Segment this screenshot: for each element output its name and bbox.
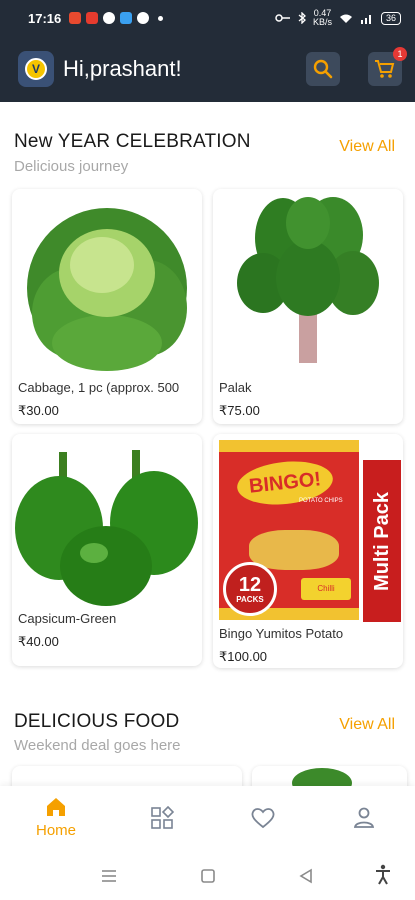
product-name: Capsicum-Green <box>18 611 117 626</box>
product-price: ₹30.00 <box>18 403 59 418</box>
nav-home-label: Home <box>35 822 76 839</box>
search-button[interactable] <box>306 52 340 86</box>
product-card-palak[interactable]: Palak ₹75.00 <box>213 189 403 424</box>
product-name: Cabbage, 1 pc (approx. 500 <box>18 380 180 395</box>
wifi-icon <box>339 14 352 23</box>
greeting-text: Hi,prashant! <box>63 56 182 81</box>
key-icon <box>275 14 290 22</box>
app-icon <box>137 12 150 24</box>
signal-icon <box>360 14 371 24</box>
product-price: ₹75.00 <box>219 403 260 418</box>
view-all-link[interactable]: View All <box>339 716 395 734</box>
cart-button[interactable]: 1 <box>368 47 407 86</box>
product-name: Palak <box>219 380 252 395</box>
home-icon <box>47 798 65 816</box>
heart-icon <box>251 808 275 829</box>
status-bar: 17:16 0.47 KB/s 36 <box>0 0 415 36</box>
nav-favorites[interactable] <box>233 806 293 830</box>
search-icon <box>313 59 333 79</box>
section-title: New YEAR CELEBRATION <box>14 131 251 152</box>
bluetooth-icon <box>298 12 306 24</box>
bottom-navigation: Home <box>0 786 415 856</box>
play-icon <box>103 12 116 24</box>
app-logo: V <box>18 51 54 87</box>
logo-icon: V <box>25 58 47 80</box>
cabbage-image <box>27 208 187 371</box>
notification-icon <box>69 12 82 24</box>
section-title: DELICIOUS FOOD <box>14 711 180 732</box>
nav-home[interactable]: Home <box>26 796 86 839</box>
bingo-image: BINGO! POTATO CHIPS Chilli 12 PACKS Mult… <box>219 440 401 624</box>
product-card-capsicum[interactable]: Capsicum-Green ₹40.00 <box>12 434 202 666</box>
product-name: Bingo Yumitos Potato <box>219 626 344 641</box>
status-time: 17:16 <box>28 10 62 26</box>
menu-icon[interactable] <box>100 868 118 884</box>
capsicum-image <box>15 450 198 606</box>
product-price: ₹100.00 <box>219 649 268 664</box>
profile-icon <box>353 807 375 828</box>
battery-indicator: 36 <box>380 11 401 25</box>
palak-image <box>237 197 379 363</box>
home-square-icon[interactable] <box>199 867 217 885</box>
product-card-bingo[interactable]: BINGO! POTATO CHIPS Chilli 12 PACKS Mult… <box>213 434 403 668</box>
system-navigation-bar <box>0 856 415 900</box>
section-subtitle: Delicious journey <box>14 158 129 175</box>
nav-categories[interactable] <box>132 806 192 830</box>
cart-icon <box>375 60 395 78</box>
multi-pack-banner: Multi Pack <box>363 460 401 622</box>
section-subtitle: Weekend deal goes here <box>14 737 181 754</box>
packs-badge: 12 PACKS <box>223 562 277 616</box>
network-speed: 0.47 KB/s <box>312 8 332 27</box>
accessibility-icon[interactable] <box>374 864 392 886</box>
app-header: V Hi,prashant! 1 <box>0 36 415 102</box>
product-price: ₹40.00 <box>18 634 59 649</box>
nav-profile[interactable] <box>334 806 394 830</box>
product-card-cabbage[interactable]: Cabbage, 1 pc (approx. 500 ₹30.00 <box>12 189 202 424</box>
back-icon[interactable] <box>297 867 315 885</box>
view-all-link[interactable]: View All <box>339 138 395 156</box>
more-notifications-icon <box>158 15 164 21</box>
categories-icon <box>151 806 174 829</box>
cart-count-badge: 1 <box>393 47 407 61</box>
app-icon <box>120 12 133 24</box>
notification-icon <box>86 12 99 24</box>
